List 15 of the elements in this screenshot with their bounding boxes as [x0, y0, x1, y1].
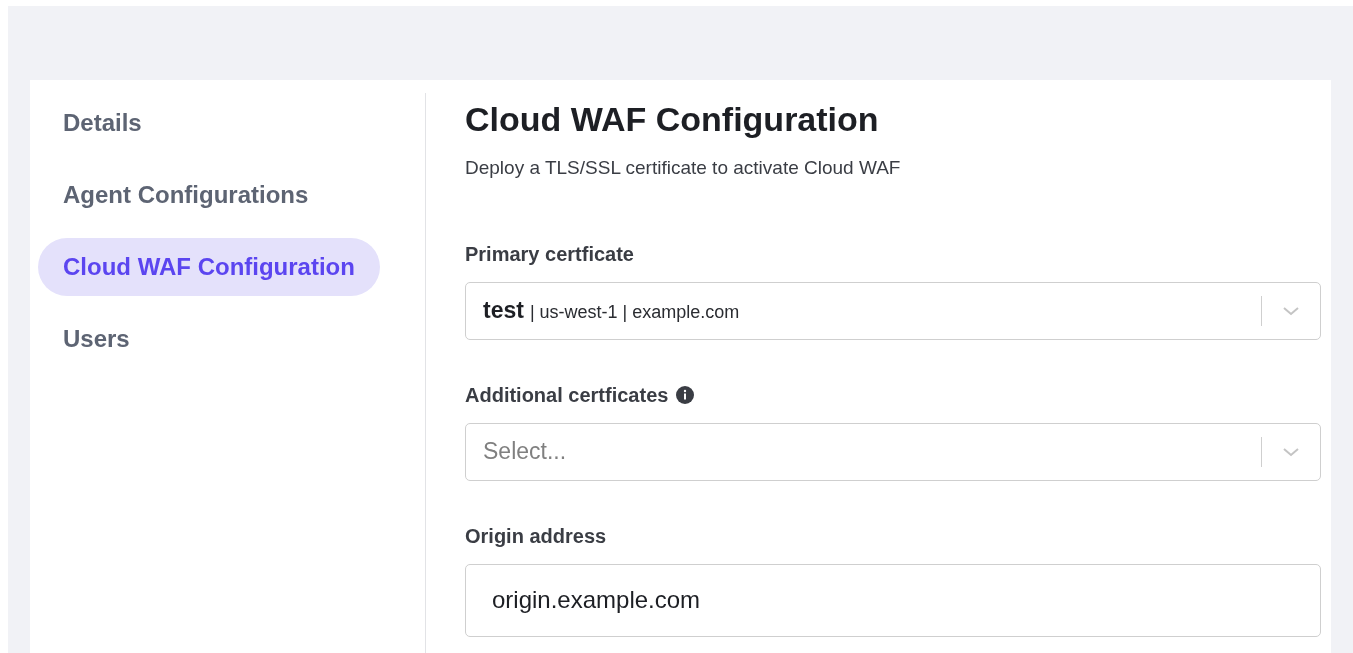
page-subtitle: Deploy a TLS/SSL certificate to activate Cloud WAF: [465, 156, 901, 180]
select-field[interactable]: Select...: [465, 422, 1321, 481]
select-field[interactable]: test | us-west-1 | example.com: [465, 281, 1321, 340]
info-icon[interactable]: [676, 385, 695, 404]
chevron-down-icon: [1282, 446, 1300, 457]
field-label: Primary certficate: [465, 241, 634, 267]
page-title: Cloud WAF Configuration: [465, 99, 879, 140]
sidebar-item[interactable]: Users: [38, 310, 155, 368]
input-field[interactable]: origin.example.com: [465, 563, 1321, 637]
sidebar-item[interactable]: Agent Configurations: [38, 166, 334, 224]
field-label: Additional certficates: [465, 382, 669, 408]
chevron-down-icon: [1282, 305, 1300, 316]
sidebar-item[interactable]: Details: [38, 94, 167, 152]
field-label: Origin address: [465, 523, 607, 549]
sidebar-item[interactable]: Cloud WAF Configuration: [38, 238, 380, 296]
